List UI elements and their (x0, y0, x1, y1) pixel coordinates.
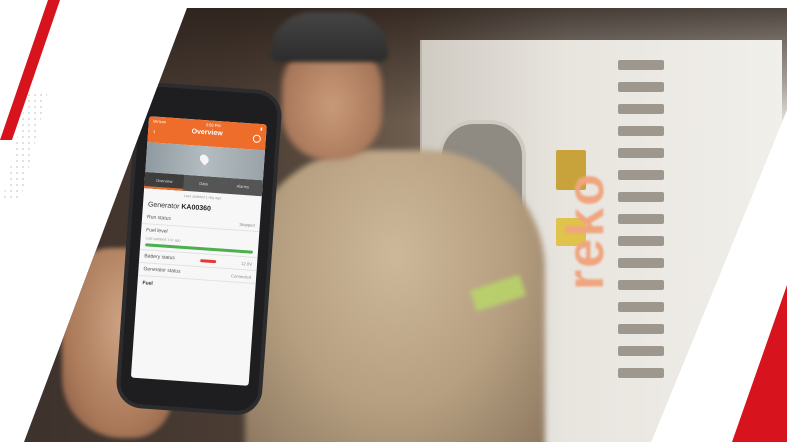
map-pin-icon (197, 152, 211, 166)
person-cap (270, 12, 388, 62)
generator-brand-text: reko (557, 172, 615, 290)
row-label: Battery status (144, 253, 176, 262)
tab-alarms[interactable]: Alarms (223, 178, 263, 197)
row-value: Connected (230, 272, 252, 280)
battery-icon: ▮ (260, 125, 263, 132)
row-label: Run status (146, 214, 172, 222)
row-value: 12.0V (241, 260, 253, 267)
carrier-label: Verizon (152, 118, 167, 125)
smartphone: Verizon 3:58 PM ▮ ‹ Overview Overview Da… (119, 85, 279, 413)
tab-data[interactable]: Data (183, 175, 223, 194)
generator-id: KA00360 (181, 203, 212, 213)
row-label: Generator status (143, 266, 181, 275)
back-arrow-icon[interactable]: ‹ (153, 129, 156, 136)
red-accent-corner (732, 285, 787, 442)
dot-pattern (2, 92, 48, 202)
row-value: Stopped (239, 221, 255, 228)
search-icon[interactable] (252, 134, 262, 144)
generator-prefix: Generator (147, 201, 180, 211)
row-label: Fuel level (145, 227, 168, 235)
battery-bar (199, 258, 217, 263)
phone-screen: Verizon 3:58 PM ▮ ‹ Overview Overview Da… (130, 116, 267, 386)
clock-label: 3:58 PM (205, 122, 221, 129)
photo-scene: reko Verizon 3:58 PM ▮ ‹ Overview Overvi… (0, 0, 787, 442)
generator-louvers (618, 60, 664, 390)
photo-panel: reko Verizon 3:58 PM ▮ ‹ Overview Overvi… (24, 8, 787, 442)
tab-overview[interactable]: Overview (144, 172, 185, 191)
